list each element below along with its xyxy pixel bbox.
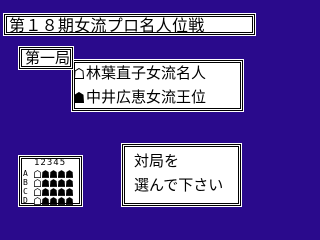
- message-line-1: 対局を: [134, 152, 180, 170]
- grid-row-b[interactable]: B: [23, 178, 73, 187]
- round-label: 第一局: [25, 49, 71, 67]
- white-piece-icon: [33, 196, 41, 205]
- game-grid-panel: 12345 ABCD: [18, 155, 83, 207]
- white-piece-icon: [33, 169, 41, 178]
- black-piece-icon: [41, 196, 49, 205]
- grid-column-5: 5: [59, 158, 67, 168]
- black-piece-icon: [41, 169, 49, 178]
- grid-row-label: B: [23, 177, 28, 187]
- message-line-2: 選んで下さい: [134, 176, 224, 194]
- black-piece-icon: [49, 178, 57, 187]
- grid-column-header: 12345: [34, 159, 66, 168]
- tournament-title: 第１８期女流プロ名人位戦: [9, 16, 205, 35]
- title-panel: 第１８期女流プロ名人位戦: [3, 13, 256, 36]
- black-piece-icon: [49, 196, 57, 205]
- black-piece-icon: [65, 196, 73, 205]
- black-piece-icon: [49, 187, 57, 196]
- white-shogi-piece-icon: [74, 67, 84, 79]
- black-piece-icon: [57, 187, 65, 196]
- black-piece-icon: [65, 169, 73, 178]
- black-piece-icon: [57, 169, 65, 178]
- grid-row-d[interactable]: D: [23, 196, 73, 205]
- round-panel: 第一局: [18, 46, 74, 70]
- grid-row-label: C: [23, 186, 28, 196]
- black-piece-icon: [49, 169, 57, 178]
- black-shogi-piece-icon: [74, 91, 84, 103]
- black-piece-icon: [57, 196, 65, 205]
- grid-row-label: D: [23, 195, 28, 205]
- white-piece-icon: [33, 178, 41, 187]
- message-panel: 対局を 選んで下さい: [121, 143, 242, 207]
- black-piece-icon: [65, 178, 73, 187]
- players-panel: 林葉直子女流名人 中井広恵女流王位: [71, 59, 244, 112]
- black-piece-icon: [65, 187, 73, 196]
- grid-row-label: A: [23, 168, 28, 178]
- player-entry-1[interactable]: 林葉直子女流名人: [74, 64, 206, 82]
- player-2-name: 中井広恵女流王位: [86, 88, 207, 106]
- grid-row-c[interactable]: C: [23, 187, 73, 196]
- black-piece-icon: [57, 178, 65, 187]
- grid-row-a[interactable]: A: [23, 169, 73, 178]
- white-piece-icon: [33, 187, 41, 196]
- player-1-name: 林葉直子女流名人: [86, 64, 207, 82]
- black-piece-icon: [41, 178, 49, 187]
- player-entry-2[interactable]: 中井広恵女流王位: [74, 88, 206, 106]
- black-piece-icon: [41, 187, 49, 196]
